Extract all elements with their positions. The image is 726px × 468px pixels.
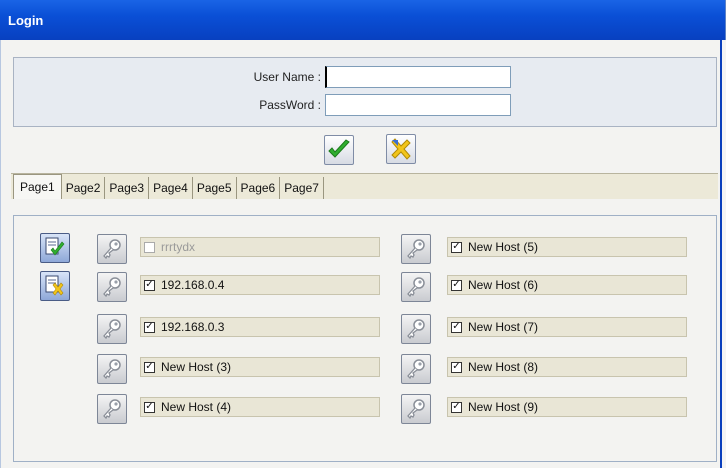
host-item: ✓ 192.168.0.4 <box>140 275 380 295</box>
deselect-all-icon <box>45 275 64 296</box>
host-checkbox[interactable]: ✓ <box>144 279 155 291</box>
host-label: New Host (4) <box>161 400 232 414</box>
host-connect-button[interactable] <box>97 354 127 384</box>
key-icon <box>103 319 121 340</box>
host-connect-button[interactable] <box>97 394 127 424</box>
host-checkbox[interactable]: ✓ <box>451 401 462 413</box>
login-window: User Name : PassWord : Page1 Page2 Page3 Pa… <box>0 40 722 468</box>
host-item: ✓ New Host (6) <box>447 275 687 295</box>
host-item: rrrtydx <box>140 237 380 257</box>
select-all-button[interactable] <box>40 233 70 263</box>
host-label: rrrtydx <box>161 240 195 254</box>
key-icon <box>103 399 121 420</box>
host-item: ✓ New Host (5) <box>447 237 687 257</box>
host-connect-button[interactable] <box>401 354 431 384</box>
host-checkbox[interactable]: ✓ <box>451 279 462 291</box>
host-label: 192.168.0.3 <box>161 320 225 334</box>
host-checkbox[interactable]: ✓ <box>451 321 462 333</box>
host-label: New Host (3) <box>161 360 232 374</box>
host-label: New Host (9) <box>468 400 539 414</box>
host-label: New Host (5) <box>468 240 539 254</box>
host-label: 192.168.0.4 <box>161 278 225 292</box>
tab-page5[interactable]: Page5 <box>192 177 237 199</box>
check-icon <box>328 139 350 158</box>
host-label: New Host (7) <box>468 320 539 334</box>
host-item: ✓ New Host (8) <box>447 357 687 377</box>
select-all-icon <box>45 237 65 256</box>
host-checkbox[interactable]: ✓ <box>144 401 155 413</box>
host-connect-button[interactable] <box>97 314 127 344</box>
host-checkbox[interactable]: ✓ <box>144 321 155 333</box>
hosts-panel: rrrtydx ✓ 192.168.0.4 ✓ 192.168.0.3 ✓ New Host… <box>13 215 717 462</box>
host-connect-button[interactable] <box>401 272 431 302</box>
credentials-panel: User Name : PassWord : <box>13 57 717 127</box>
password-row: PassWord : <box>226 94 511 116</box>
key-icon <box>407 319 425 340</box>
password-label: PassWord : <box>259 98 321 112</box>
host-item: ✓ New Host (3) <box>140 357 380 377</box>
host-checkbox[interactable]: ✓ <box>451 241 462 253</box>
title-bar[interactable]: Login <box>0 0 726 40</box>
host-checkbox[interactable]: ✓ <box>451 361 462 373</box>
key-icon <box>103 359 121 380</box>
host-connect-button[interactable] <box>97 272 127 302</box>
window-title: Login <box>8 13 44 28</box>
host-item: ✓ 192.168.0.3 <box>140 317 380 337</box>
host-connect-button[interactable] <box>401 394 431 424</box>
host-item: ✓ New Host (4) <box>140 397 380 417</box>
tab-page1[interactable]: Page1 <box>13 174 62 199</box>
confirm-button[interactable] <box>324 135 354 165</box>
key-icon <box>407 277 425 298</box>
tab-page2[interactable]: Page2 <box>61 177 106 199</box>
host-item: ✓ New Host (7) <box>447 317 687 337</box>
host-checkbox <box>144 241 155 253</box>
host-connect-button[interactable] <box>97 234 127 264</box>
cancel-x-icon <box>391 138 411 160</box>
tab-page4[interactable]: Page4 <box>149 177 193 199</box>
key-icon <box>407 399 425 420</box>
host-connect-button[interactable] <box>401 234 431 264</box>
key-icon <box>407 239 425 260</box>
key-icon <box>103 277 121 298</box>
cancel-button[interactable] <box>386 134 416 164</box>
host-label: New Host (6) <box>468 278 539 292</box>
username-label: User Name : <box>253 70 321 84</box>
username-input[interactable] <box>325 66 511 88</box>
host-checkbox[interactable]: ✓ <box>144 361 155 373</box>
tab-page7[interactable]: Page7 <box>280 177 324 199</box>
tab-page3[interactable]: Page3 <box>105 177 150 199</box>
tab-page6[interactable]: Page6 <box>236 177 281 199</box>
page-tabs: Page1 Page2 Page3 Page4 Page5 Page6 Page7 <box>11 173 718 199</box>
deselect-all-button[interactable] <box>40 271 70 301</box>
host-item: ✓ New Host (9) <box>447 397 687 417</box>
username-row: User Name : <box>226 66 511 88</box>
host-connect-button[interactable] <box>401 314 431 344</box>
key-icon <box>103 239 121 260</box>
host-label: New Host (8) <box>468 360 539 374</box>
password-input[interactable] <box>325 94 511 116</box>
key-icon <box>407 359 425 380</box>
